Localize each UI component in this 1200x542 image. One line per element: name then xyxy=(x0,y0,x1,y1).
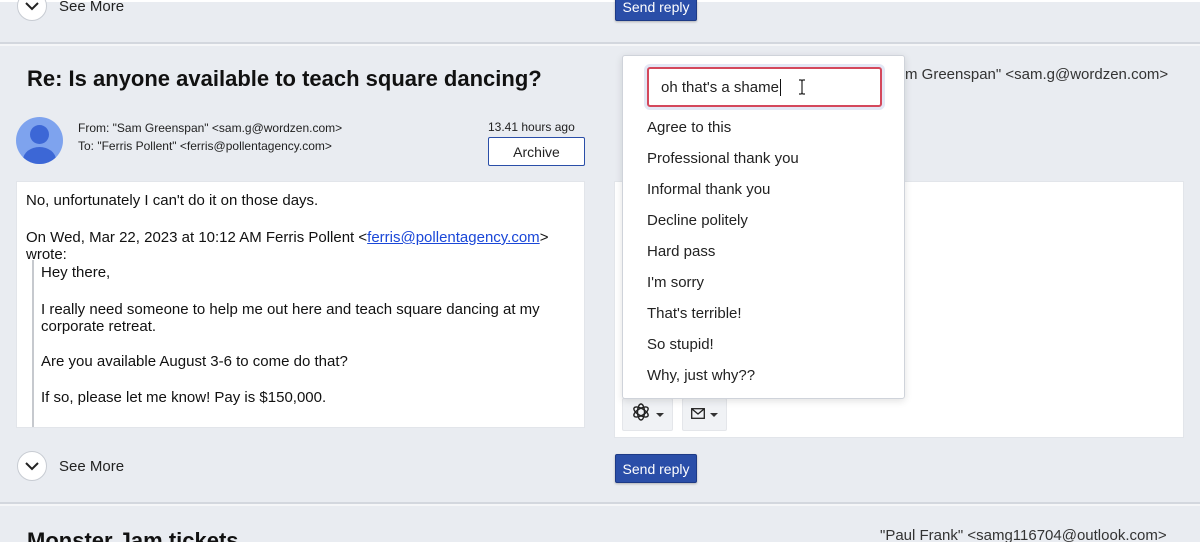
chevron-down-icon xyxy=(17,0,47,21)
attribution-email-link[interactable]: ferris@pollentagency.com xyxy=(367,229,540,246)
from-line: From: "Sam Greenspan" <sam.g@wordzen.com… xyxy=(78,121,343,135)
reply-prompt-value: oh that's a shame xyxy=(661,78,779,96)
window-top-edge xyxy=(0,0,1200,2)
quoted-line: If so, please let me know! Pay is $150,0… xyxy=(41,389,327,406)
dropdown-option[interactable]: Why, just why?? xyxy=(647,367,755,384)
archive-button[interactable]: Archive xyxy=(488,137,585,166)
reply-from-address: m Greenspan" <sam.g@wordzen.com> xyxy=(905,66,1169,83)
envelope-icon xyxy=(691,406,705,424)
ibeam-cursor-icon xyxy=(798,79,806,100)
to-line: To: "Ferris Pollent" <ferris@pollentagen… xyxy=(78,139,332,153)
send-reply-label: Send reply xyxy=(622,0,690,15)
send-reply-label: Send reply xyxy=(622,460,690,477)
ai-reply-dropdown: oh that's a shame Agree to this Professi… xyxy=(622,55,905,399)
quoted-line: Hey there, xyxy=(41,264,111,281)
send-reply-button-previous[interactable]: Send reply xyxy=(615,0,697,21)
thread-subject: Re: Is anyone available to teach square … xyxy=(27,66,542,91)
thread-divider xyxy=(0,42,1200,46)
see-more-label: See More xyxy=(59,457,125,475)
ai-reply-menu-button[interactable] xyxy=(622,398,673,431)
avatar xyxy=(16,117,63,164)
dropdown-option[interactable]: Decline politely xyxy=(647,212,748,229)
openai-logo-icon xyxy=(631,402,651,427)
thread-divider xyxy=(0,502,1200,506)
dropdown-option[interactable]: I'm sorry xyxy=(647,274,704,291)
text-cursor xyxy=(779,78,781,96)
dropdown-option[interactable]: That's terrible! xyxy=(647,305,742,322)
see-more-previous[interactable]: See More xyxy=(17,0,124,21)
body-line: No, unfortunately I can't do it on those… xyxy=(26,192,319,209)
reply-attribution: On Wed, Mar 22, 2023 at 10:12 AM Ferris … xyxy=(26,229,549,246)
quoted-line: Are you available August 3-6 to come do … xyxy=(41,353,348,370)
dropdown-option[interactable]: So stupid! xyxy=(647,336,714,353)
caret-down-icon xyxy=(710,412,718,417)
send-reply-button[interactable]: Send reply xyxy=(615,454,697,483)
dropdown-option[interactable]: Informal thank you xyxy=(647,181,770,198)
quoted-line: I really need someone to help me out her… xyxy=(41,301,540,318)
quoted-line: corporate retreat. xyxy=(41,318,157,335)
dropdown-option[interactable]: Hard pass xyxy=(647,243,715,260)
see-more-label: See More xyxy=(59,0,125,15)
message-timestamp: 13.41 hours ago xyxy=(488,120,575,134)
chevron-down-icon xyxy=(17,451,47,481)
reply-prompt-input[interactable]: oh that's a shame xyxy=(647,67,882,107)
next-thread-subject: Monster Jam tickets xyxy=(27,528,239,542)
quote-bar xyxy=(32,260,34,427)
mail-options-button[interactable] xyxy=(682,398,727,431)
next-thread-from: "Paul Frank" <samg116704@outlook.com> xyxy=(880,527,1167,542)
dropdown-option[interactable]: Professional thank you xyxy=(647,150,799,167)
see-more-button[interactable]: See More xyxy=(17,451,124,481)
archive-label: Archive xyxy=(513,143,560,160)
caret-down-icon xyxy=(656,412,664,417)
email-body: No, unfortunately I can't do it on those… xyxy=(17,182,584,427)
dropdown-option[interactable]: Agree to this xyxy=(647,119,731,136)
